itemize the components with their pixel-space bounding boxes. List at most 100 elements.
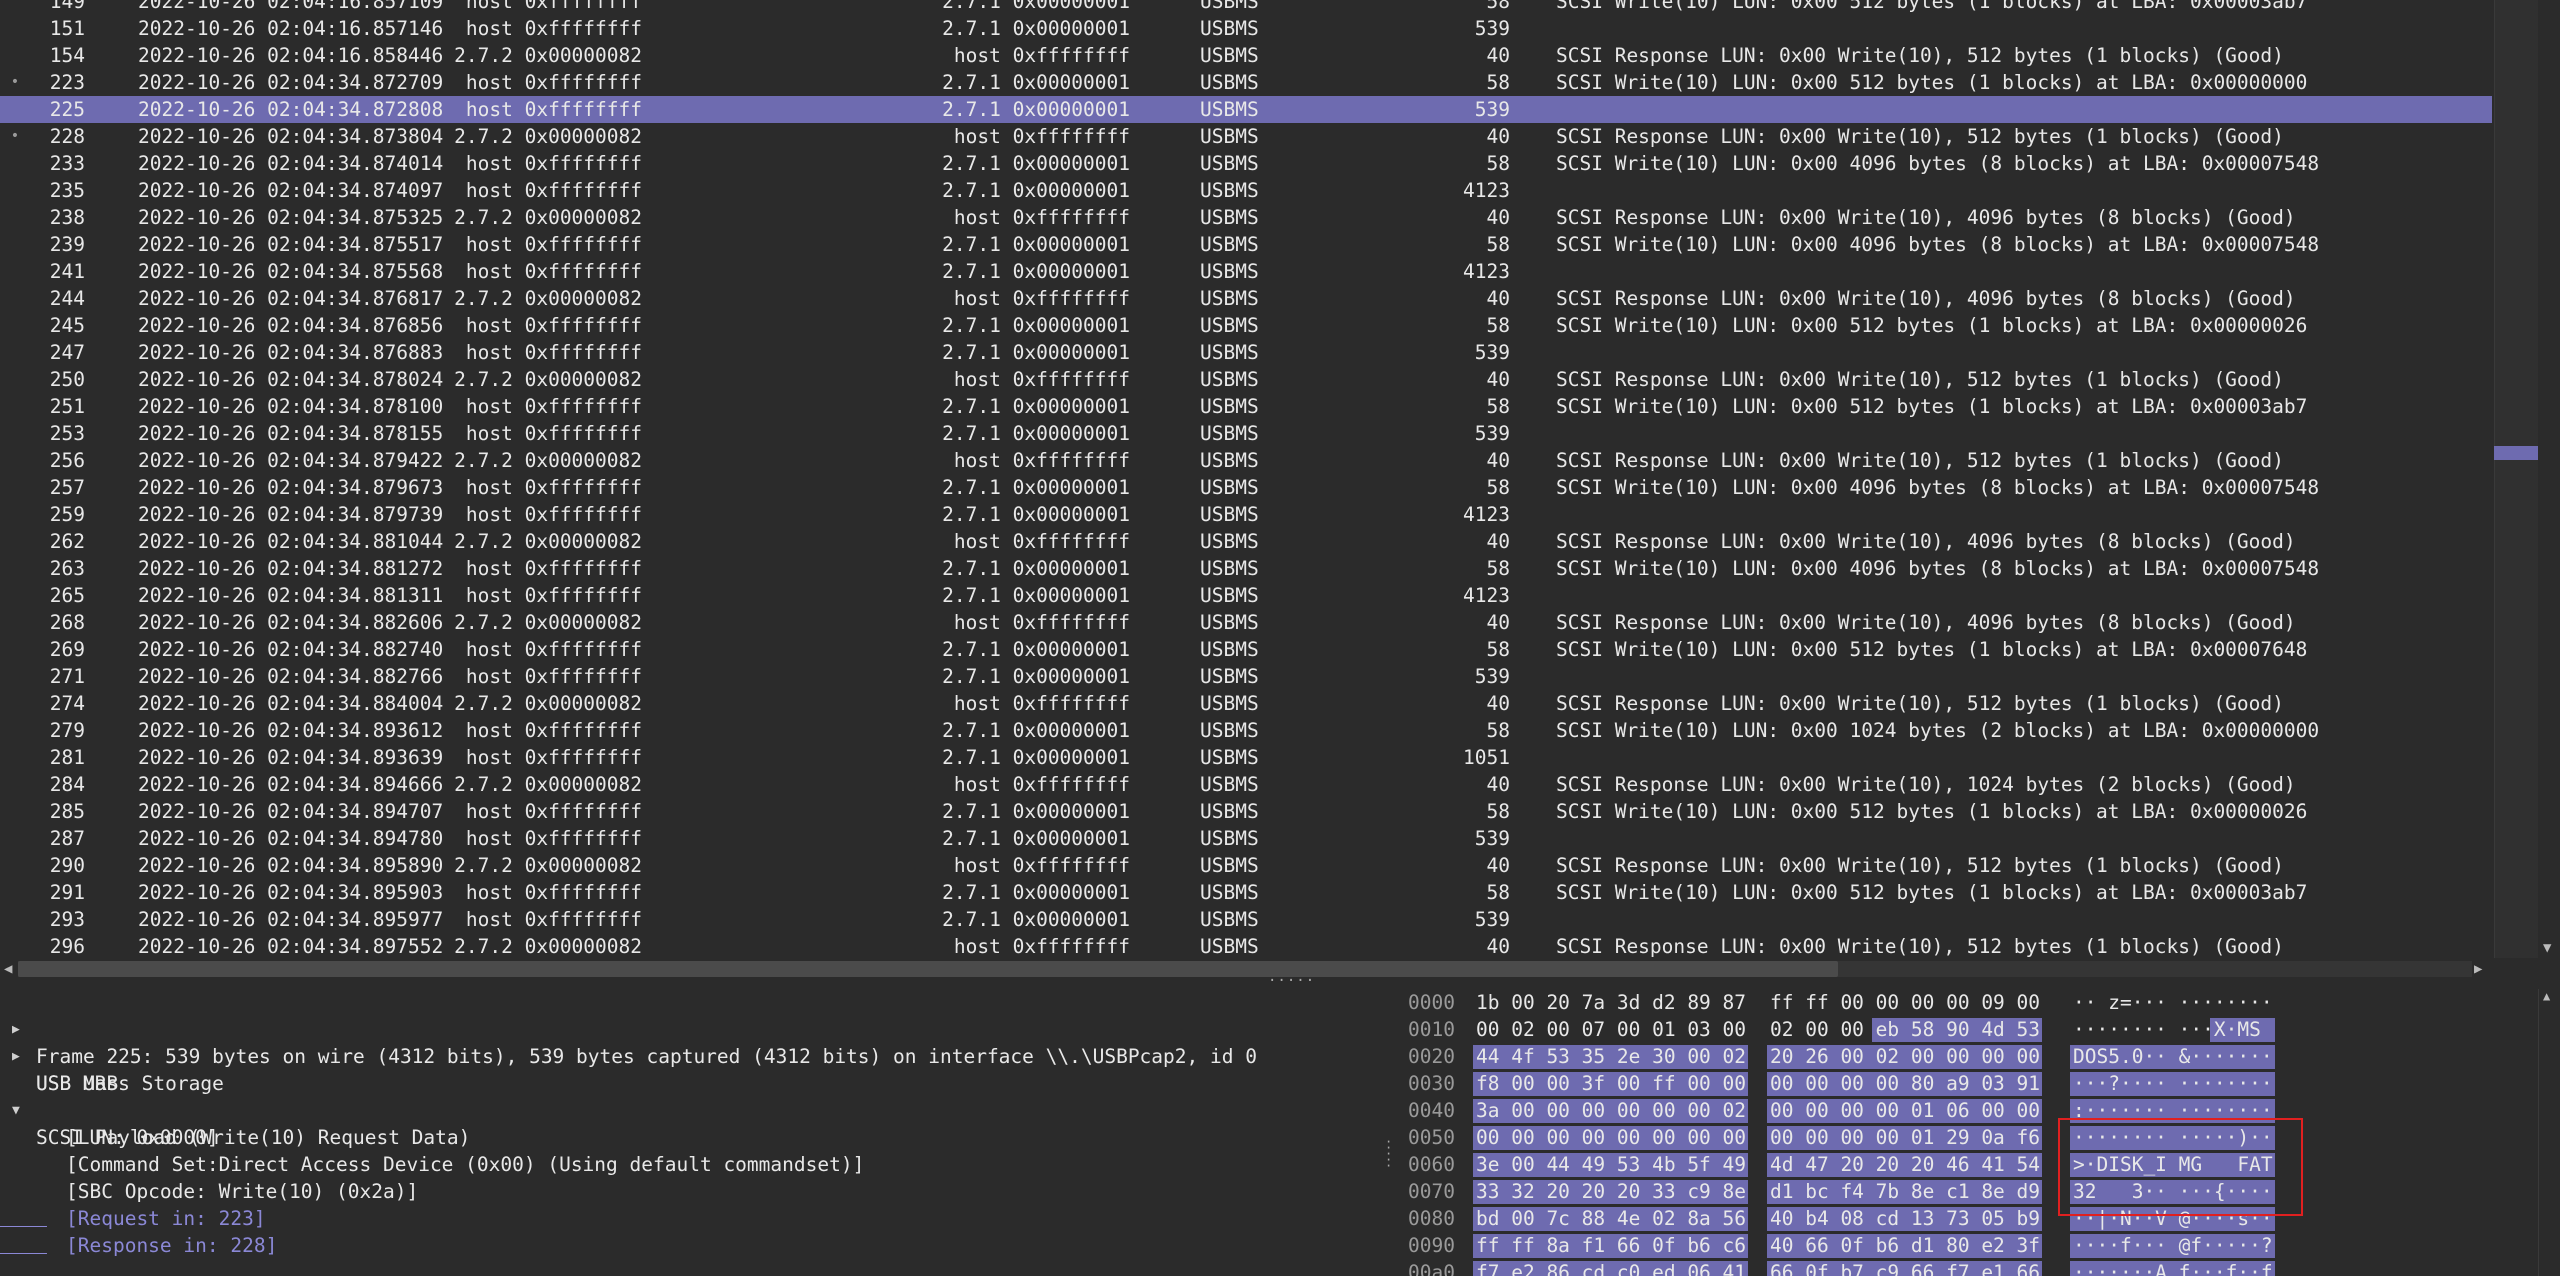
packet-row[interactable]: 151 2022-10-26 02:04:16.857146 host 0xffff… [0, 15, 2492, 42]
hex-row[interactable]: 0070 33 32 20 20 20 33 c9 8e d1 bc f4 7b 8… [1398, 1178, 2538, 1205]
hex-row[interactable]: 0080 bd 00 7c 88 4e 02 8a 56 40 b4 08 cd 1… [1398, 1205, 2538, 1232]
splitter-grip-icon[interactable]: ····· [1385, 1136, 1392, 1172]
scroll-down-arrow-icon[interactable]: ▼ [2543, 940, 2551, 956]
cell-source: host 0xffffffff [465, 422, 642, 445]
packet-row[interactable]: 290 2022-10-26 02:04:34.895890 2.7.2 0x000… [0, 852, 2492, 879]
packet-row[interactable]: 281 2022-10-26 02:04:34.893639 host 0xffff… [0, 744, 2492, 771]
scroll-right-arrow-icon[interactable]: ▶ [2474, 959, 2482, 979]
cell-length: 40 [1486, 287, 1510, 310]
packet-row[interactable]: 265 2022-10-26 02:04:34.881311 host 0xffff… [0, 582, 2492, 609]
packet-row[interactable]: • 223 2022-10-26 02:04:34.872709 host 0xfff… [0, 69, 2492, 96]
cell-destination: host 0xffffffff [953, 530, 1130, 553]
cell-info: SCSI Response LUN: 0x00 Write(10), 512 b… [1556, 935, 2284, 958]
cell-no: 259 [49, 503, 85, 526]
scroll-left-arrow-icon[interactable]: ◀ [4, 959, 12, 979]
cell-destination: 2.7.1 0x00000001 [942, 314, 1130, 337]
detail-sbc-opcode[interactable]: [SBC Opcode: Write(10) (0x2a)] [0, 1151, 418, 1203]
packet-row[interactable]: 253 2022-10-26 02:04:34.878155 host 0xffff… [0, 420, 2492, 447]
scrollbar-thumb[interactable] [18, 961, 1838, 977]
cell-info: SCSI Write(10) LUN: 0x00 1024 bytes (2 b… [1556, 719, 2320, 742]
packet-list-vertical-scrollbar[interactable] [2492, 0, 2560, 958]
detail-request-in-label[interactable]: [Request in: 223] [66, 1205, 266, 1232]
packet-row[interactable]: 291 2022-10-26 02:04:34.895903 host 0xffff… [0, 879, 2492, 906]
bytes-vertical-scrollbar[interactable]: ▲ [2538, 989, 2560, 1276]
scroll-up-arrow-icon[interactable]: ▲ [2543, 989, 2550, 1003]
hex-row[interactable]: 0040 3a 00 00 00 00 00 00 02 00 00 00 00 0… [1398, 1097, 2538, 1124]
cell-length: 539 [1474, 422, 1510, 445]
packet-row[interactable]: 247 2022-10-26 02:04:34.876883 host 0xffff… [0, 339, 2492, 366]
packet-row[interactable]: 238 2022-10-26 02:04:34.875325 2.7.2 0x000… [0, 204, 2492, 231]
pane-splitter-vertical[interactable]: · · · · · [1378, 989, 1398, 1276]
cell-destination: 2.7.1 0x00000001 [942, 584, 1130, 607]
cell-no: 253 [49, 422, 85, 445]
packet-row[interactable]: 293 2022-10-26 02:04:34.895977 host 0xffff… [0, 906, 2492, 933]
packet-row[interactable]: 149 2022-10-26 02:04:16.857109 host 0xffff… [0, 0, 2492, 15]
cell-info: SCSI Write(10) LUN: 0x00 512 bytes (1 bl… [1556, 800, 2308, 823]
cell-protocol: USBMS [1200, 368, 1259, 391]
detail-response-in-link[interactable]: [Response in: 228] [0, 1205, 277, 1257]
packet-row[interactable]: 251 2022-10-26 02:04:34.878100 host 0xffff… [0, 393, 2492, 420]
packet-row[interactable]: 235 2022-10-26 02:04:34.874097 host 0xffff… [0, 177, 2492, 204]
packet-details-pane[interactable]: ▶ Frame 225: 539 bytes on wire (4312 bit… [0, 989, 1378, 1276]
packet-row[interactable]: 233 2022-10-26 02:04:34.874014 host 0xffff… [0, 150, 2492, 177]
packet-row[interactable]: 239 2022-10-26 02:04:34.875517 host 0xffff… [0, 231, 2492, 258]
packet-row[interactable]: 244 2022-10-26 02:04:34.876817 2.7.2 0x000… [0, 285, 2492, 312]
cell-protocol: USBMS [1200, 503, 1259, 526]
cell-info: SCSI Write(10) LUN: 0x00 4096 bytes (8 b… [1556, 476, 2320, 499]
packet-row[interactable]: 257 2022-10-26 02:04:34.879673 host 0xffff… [0, 474, 2492, 501]
cell-protocol: USBMS [1200, 179, 1259, 202]
hex-row[interactable]: 0050 00 00 00 00 00 00 00 00 00 00 00 00 0… [1398, 1124, 2538, 1151]
packet-row[interactable]: • 228 2022-10-26 02:04:34.873804 2.7.2 0x00… [0, 123, 2492, 150]
cell-source: 2.7.2 0x00000082 [454, 773, 642, 796]
cell-length: 58 [1486, 800, 1510, 823]
packet-row[interactable]: 263 2022-10-26 02:04:34.881272 host 0xffff… [0, 555, 2492, 582]
packet-row[interactable]: 271 2022-10-26 02:04:34.882766 host 0xffff… [0, 663, 2492, 690]
packet-row[interactable]: 154 2022-10-26 02:04:16.858446 2.7.2 0x000… [0, 42, 2492, 69]
hex-row[interactable]: 0060 3e 00 44 49 53 4b 5f 49 4d 47 20 20 2… [1398, 1151, 2538, 1178]
ascii-dump: ···?···· ········ [2073, 1072, 2273, 1095]
packet-row[interactable]: 259 2022-10-26 02:04:34.879739 host 0xffff… [0, 501, 2492, 528]
packet-row[interactable]: 245 2022-10-26 02:04:34.876856 host 0xffff… [0, 312, 2492, 339]
packet-row[interactable]: 287 2022-10-26 02:04:34.894780 host 0xffff… [0, 825, 2492, 852]
packet-bytes-pane[interactable]: 0000 1b 00 20 7a 3d d2 89 87 ff ff 00 00 0… [1398, 989, 2538, 1276]
cell-length: 40 [1486, 206, 1510, 229]
packet-row[interactable]: 241 2022-10-26 02:04:34.875568 host 0xffff… [0, 258, 2492, 285]
detail-response-in-label[interactable]: [Response in: 228] [66, 1232, 277, 1259]
hex-row[interactable]: 0000 1b 00 20 7a 3d d2 89 87 ff ff 00 00 0… [1398, 989, 2538, 1016]
splitter-grip-icon[interactable]: ····· [1268, 973, 1315, 989]
cell-destination: 2.7.1 0x00000001 [942, 638, 1130, 661]
detail-usb-urb[interactable]: ▶ USB URB [0, 1016, 118, 1095]
cell-no: 269 [49, 638, 85, 661]
packet-row-selected[interactable]: 225 2022-10-26 02:04:34.872808 host 0xffff… [0, 96, 2492, 123]
packet-row[interactable]: 256 2022-10-26 02:04:34.879422 2.7.2 0x000… [0, 447, 2492, 474]
detail-usb-mass-storage[interactable]: USB Mass Storage [0, 1043, 224, 1095]
cell-no: 238 [49, 206, 85, 229]
packet-list[interactable]: 149 2022-10-26 02:04:16.857109 host 0xffff… [0, 0, 2538, 960]
detail-frame[interactable]: ▶ Frame 225: 539 bytes on wire (4312 bit… [0, 989, 1257, 1068]
packet-row[interactable]: 262 2022-10-26 02:04:34.881044 2.7.2 0x000… [0, 528, 2492, 555]
packet-row[interactable]: 296 2022-10-26 02:04:34.897552 2.7.2 0x000… [0, 933, 2492, 960]
hex-row[interactable]: 0030 f8 00 00 3f 00 ff 00 00 00 00 00 00 8… [1398, 1070, 2538, 1097]
hex-row[interactable]: 00a0 f7 e2 86 cd c0 ed 06 41 66 0f b7 c9 6… [1398, 1259, 2538, 1276]
hex-row[interactable]: 0020 44 4f 53 35 2e 30 00 02 20 26 00 02 0… [1398, 1043, 2538, 1070]
detail-lun[interactable]: [LUN: 0x0000] [0, 1097, 219, 1149]
hex-row[interactable]: 0010 00 02 00 07 00 01 03 00 02 00 00 eb 5… [1398, 1016, 2538, 1043]
packet-row[interactable]: 269 2022-10-26 02:04:34.882740 host 0xffff… [0, 636, 2492, 663]
detail-command-set[interactable]: [Command Set:Direct Access Device (0x00)… [0, 1124, 864, 1176]
hex-row[interactable]: 0090 ff ff 8a f1 66 0f b6 c6 40 66 0f b6 d… [1398, 1232, 2538, 1259]
packet-row[interactable]: 285 2022-10-26 02:04:34.894707 host 0xffff… [0, 798, 2492, 825]
pane-splitter-horizontal[interactable]: ····· [0, 973, 2560, 989]
packet-row[interactable]: 279 2022-10-26 02:04:34.893612 host 0xffff… [0, 717, 2492, 744]
cell-length: 539 [1474, 908, 1510, 931]
detail-scsi-payload[interactable]: ▼ SCSI Payload (Write(10) Request Data) [0, 1070, 470, 1149]
hex-offset: 0030 [1408, 1072, 1455, 1095]
packet-row[interactable]: 274 2022-10-26 02:04:34.884004 2.7.2 0x000… [0, 690, 2492, 717]
cell-info: SCSI Write(10) LUN: 0x00 512 bytes (1 bl… [1556, 314, 2308, 337]
scrollbar-track[interactable] [2494, 0, 2538, 958]
packet-row[interactable]: 284 2022-10-26 02:04:34.894666 2.7.2 0x000… [0, 771, 2492, 798]
ascii-dump: ····f··· @f·····? [2073, 1234, 2273, 1257]
packet-row[interactable]: 268 2022-10-26 02:04:34.882606 2.7.2 0x000… [0, 609, 2492, 636]
detail-request-in-link[interactable]: [Request in: 223] [0, 1178, 266, 1230]
packet-row[interactable]: 250 2022-10-26 02:04:34.878024 2.7.2 0x000… [0, 366, 2492, 393]
cell-length: 539 [1474, 665, 1510, 688]
